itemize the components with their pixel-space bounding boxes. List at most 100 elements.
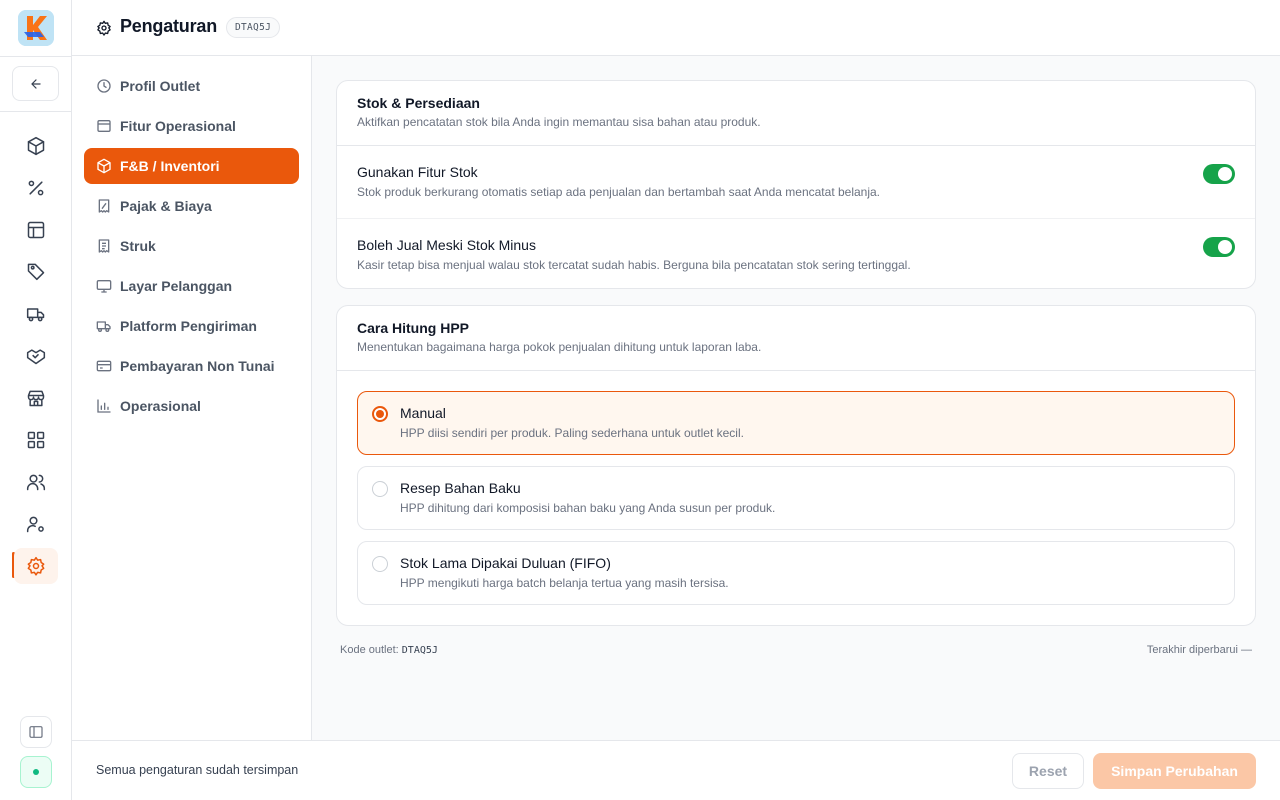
card-header: Stok & Persediaan Aktifkan pencatatan st… [337, 81, 1255, 146]
toggle-knob [1218, 240, 1232, 254]
radio-button[interactable] [372, 481, 388, 497]
hpp-option-recipe[interactable]: Resep Bahan Baku HPP dihitung dari kompo… [357, 466, 1235, 530]
setting-description: Kasir tetap bisa menjual walau stok terc… [357, 258, 911, 272]
rail-item-store[interactable] [14, 380, 58, 416]
setting-title: Boleh Jual Meski Stok Minus [357, 237, 536, 253]
rail-item-layout[interactable] [14, 212, 58, 248]
tag-icon [27, 263, 45, 281]
app-logo[interactable] [18, 10, 54, 46]
gear-icon [27, 556, 45, 576]
settings-nav-struk[interactable]: Struk [84, 228, 299, 264]
settings-nav-fitur-operasional[interactable]: Fitur Operasional [84, 108, 299, 144]
settings-nav-label: Struk [120, 238, 156, 254]
credit-card-icon [96, 358, 112, 374]
sidebar-icon [29, 726, 43, 738]
archive-icon [96, 118, 112, 134]
setting-row-allow-negative-stock: Boleh Jual Meski Stok Minus Kasir tetap … [337, 218, 1255, 290]
outlet-code-meta: Kode outlet: DTAQ5J [340, 644, 438, 656]
rail-item-apps[interactable] [14, 422, 58, 458]
monitor-icon [96, 278, 112, 294]
option-title: Manual [400, 405, 446, 421]
hpp-method-card: Cara Hitung HPP Menentukan bagaimana har… [336, 305, 1256, 626]
settings-nav-fnb-inventori[interactable]: F&B / Inventori [84, 148, 299, 184]
collapse-sidebar-button[interactable] [20, 716, 52, 748]
settings-nav-label: Platform Pengiriman [120, 318, 257, 334]
settings-nav-operasional[interactable]: Operasional [84, 388, 299, 424]
back-button[interactable] [12, 66, 59, 101]
radio-button[interactable] [372, 406, 388, 422]
percent-icon [28, 180, 44, 196]
settings-nav-label: Fitur Operasional [120, 118, 236, 134]
settings-nav-profil-outlet[interactable]: Profil Outlet [84, 68, 299, 104]
app-rail [0, 0, 72, 800]
user-cog-icon [26, 516, 44, 533]
rail-item-discounts[interactable] [14, 170, 58, 206]
hpp-option-fifo[interactable]: Stok Lama Dipakai Duluan (FIFO) HPP meng… [357, 541, 1235, 605]
option-description: HPP diisi sendiri per produk. Paling sed… [400, 426, 744, 440]
arrow-left-icon [30, 78, 41, 89]
hpp-options: Manual HPP diisi sendiri per produk. Pal… [337, 371, 1255, 605]
settings-nav-label: F&B / Inventori [120, 158, 220, 174]
rail-divider [0, 111, 72, 112]
save-status: Semua pengaturan sudah tersimpan [96, 763, 299, 777]
card-header: Cara Hitung HPP Menentukan bagaimana har… [337, 306, 1255, 371]
use-stock-toggle[interactable] [1203, 164, 1235, 184]
outlet-code-label: Kode outlet: [340, 644, 399, 656]
save-changes-button[interactable]: Simpan Perubahan [1093, 753, 1256, 789]
settings-nav-pembayaran-non-tunai[interactable]: Pembayaran Non Tunai [84, 348, 299, 384]
toggle-knob [1218, 167, 1232, 181]
users-icon [26, 474, 46, 491]
settings-nav: Profil Outlet Fitur Operasional F&B / In… [72, 56, 312, 740]
connection-status-button[interactable] [20, 756, 52, 788]
card-description: Aktifkan pencatatan stok bila Anda ingin… [357, 115, 761, 129]
truck-icon [26, 308, 45, 322]
layout-icon [27, 221, 45, 239]
rail-divider [0, 56, 72, 57]
allow-negative-stock-toggle[interactable] [1203, 237, 1235, 257]
rail-item-staff[interactable] [14, 506, 58, 542]
settings-nav-label: Operasional [120, 398, 201, 414]
settings-nav-label: Pajak & Biaya [120, 198, 212, 214]
option-title: Stok Lama Dipakai Duluan (FIFO) [400, 555, 611, 571]
reset-button[interactable]: Reset [1012, 753, 1084, 789]
settings-nav-layar-pelanggan[interactable]: Layar Pelanggan [84, 268, 299, 304]
card-title: Stok & Persediaan [357, 95, 480, 111]
setting-description: Stok produk berkurang otomatis setiap ad… [357, 185, 881, 199]
rail-item-products[interactable] [14, 128, 58, 164]
page-title: Pengaturan [120, 16, 218, 36]
setting-title: Gunakan Fitur Stok [357, 164, 478, 180]
truck-icon [96, 318, 112, 334]
outlet-code-value: DTAQ5J [401, 645, 438, 656]
handshake-icon [26, 349, 46, 365]
bar-chart-icon [96, 398, 112, 414]
radio-button[interactable] [372, 556, 388, 572]
settings-nav-label: Pembayaran Non Tunai [120, 358, 275, 374]
hpp-option-manual[interactable]: Manual HPP diisi sendiri per produk. Pal… [357, 391, 1235, 455]
settings-nav-platform-pengiriman[interactable]: Platform Pengiriman [84, 308, 299, 344]
stock-settings-card: Stok & Persediaan Aktifkan pencatatan st… [336, 80, 1256, 289]
option-description: HPP dihitung dari komposisi bahan baku y… [400, 501, 776, 515]
settings-nav-label: Profil Outlet [120, 78, 201, 94]
card-title: Cara Hitung HPP [357, 320, 470, 336]
package-icon [96, 158, 112, 174]
last-updated: Terakhir diperbarui — [1146, 644, 1252, 656]
store-icon [27, 390, 45, 407]
rail-item-tags[interactable] [14, 253, 58, 289]
outlet-code-badge: DTAQ5J [226, 17, 281, 38]
page-header: Pengaturan DTAQ5J [72, 0, 1280, 56]
package-icon [27, 136, 45, 156]
option-description: HPP mengikuti harga batch belanja tertua… [400, 576, 729, 590]
grid-icon [27, 431, 45, 449]
rail-item-partners[interactable] [14, 338, 58, 374]
rail-item-delivery[interactable] [14, 296, 58, 332]
rail-item-customers[interactable] [14, 464, 58, 500]
receipt-icon [96, 238, 112, 254]
settings-nav-label: Layar Pelanggan [120, 278, 233, 294]
card-description: Menentukan bagaimana harga pokok penjual… [357, 340, 762, 354]
settings-content: Stok & Persediaan Aktifkan pencatatan st… [312, 56, 1280, 740]
option-title: Resep Bahan Baku [400, 480, 521, 496]
gear-icon [97, 20, 111, 36]
clock-icon [96, 78, 112, 94]
rail-item-settings[interactable] [14, 548, 58, 584]
settings-nav-pajak-biaya[interactable]: Pajak & Biaya [84, 188, 299, 224]
